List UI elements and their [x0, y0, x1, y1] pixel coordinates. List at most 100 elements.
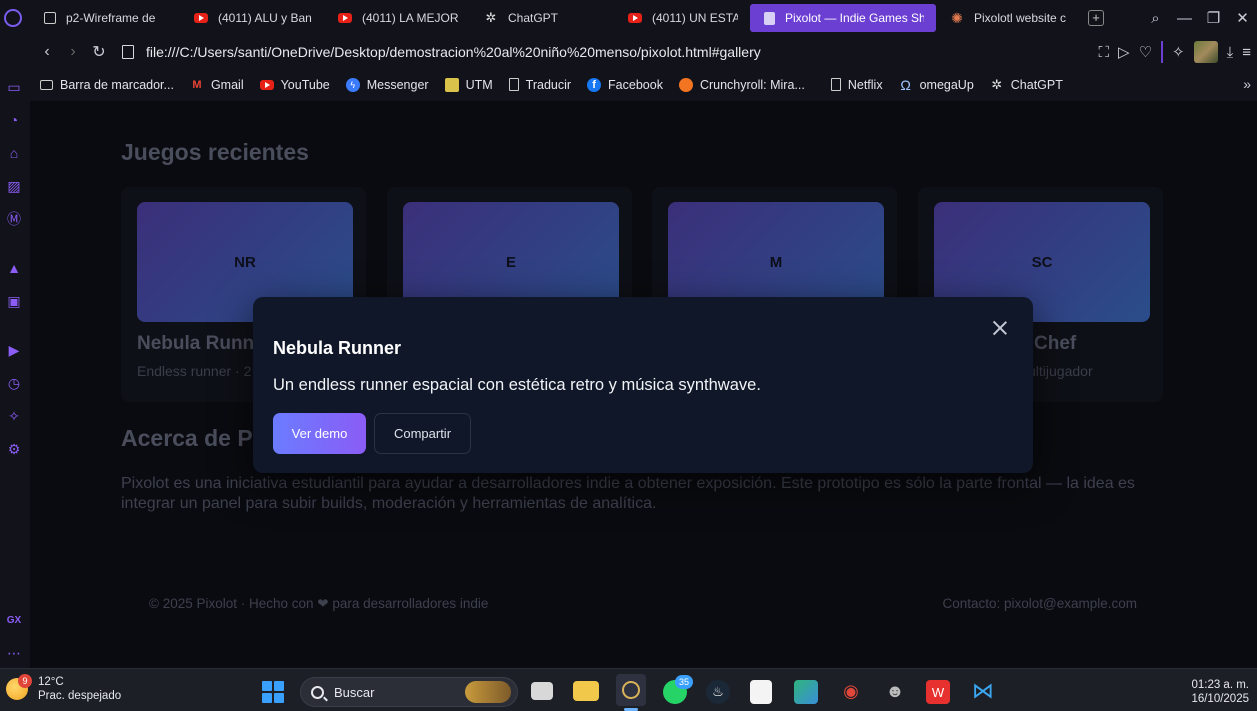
- taskbar-clock[interactable]: 01:23 a. m. 16/10/2025: [1191, 678, 1249, 706]
- vscode-icon[interactable]: ⋈: [970, 678, 996, 704]
- extensions-icon[interactable]: ✧: [1172, 43, 1185, 61]
- url-text: file:///C:/Users/santi/OneDrive/Desktop/…: [146, 44, 761, 60]
- tab-youtube-estafa[interactable]: (4011) UN ESTAFA: [614, 4, 750, 32]
- bookmark-traducir[interactable]: Traducir: [508, 78, 571, 92]
- utm-icon: [444, 77, 459, 92]
- reload-icon[interactable]: ↻: [86, 42, 112, 62]
- bookmark-gmail[interactable]: M Gmail: [190, 78, 243, 92]
- modal-description: Un endless runner espacial con estética …: [273, 376, 761, 394]
- bookmark-label: YouTube: [280, 77, 330, 92]
- cleaner-icon[interactable]: ⌂: [5, 144, 23, 162]
- tab-chatgpt[interactable]: ✲ ChatGPT: [470, 4, 614, 32]
- tab-pixolot[interactable]: Pixolot — Indie Games Sh: [750, 4, 936, 32]
- history-icon[interactable]: ◷: [5, 374, 23, 392]
- task-view-icon[interactable]: [531, 682, 553, 700]
- opera-gx-taskbar-icon[interactable]: [616, 674, 646, 706]
- recent-games-heading: Juegos recientes: [121, 139, 309, 165]
- page-icon: [122, 45, 134, 59]
- tab-label: (4011) ALU y Banc: [218, 11, 312, 25]
- settings-icon[interactable]: ⚙: [5, 440, 23, 458]
- tab-pixolotl-website[interactable]: ✺ Pixolotl website c: [936, 4, 1078, 32]
- tab-youtube-alu[interactable]: (4011) ALU y Banc: [180, 4, 324, 32]
- vpn-icon[interactable]: ▨: [5, 177, 23, 195]
- new-tab-button[interactable]: +: [1088, 10, 1104, 26]
- tab-label: (4011) LA MEJOR: [362, 11, 458, 25]
- snapshot-icon[interactable]: ⛶: [1099, 44, 1110, 61]
- weather-widget[interactable]: 9 12°C Prac. despejado: [6, 674, 122, 703]
- minimize-icon[interactable]: —: [1170, 10, 1199, 27]
- bookmark-youtube[interactable]: YouTube: [259, 77, 330, 92]
- xbox-app-icon[interactable]: [794, 680, 818, 704]
- divider: [1161, 41, 1164, 63]
- bookmark-folder[interactable]: Barra de marcador...: [40, 78, 174, 92]
- gmail-icon: M: [192, 78, 202, 91]
- gimp-icon[interactable]: ☻: [882, 678, 908, 704]
- bookmark-label: Barra de marcador...: [60, 77, 174, 92]
- bookmarks-overflow-icon[interactable]: »: [1243, 76, 1251, 92]
- player-icon[interactable]: ▶: [5, 341, 23, 359]
- download-icon[interactable]: ⤓: [1227, 44, 1234, 61]
- music-icon[interactable]: Ⓜ: [5, 210, 23, 228]
- back-icon[interactable]: ‹: [34, 43, 60, 61]
- restore-icon[interactable]: ❐: [1199, 9, 1228, 27]
- avatar[interactable]: [1193, 41, 1218, 63]
- messenger-icon: ϟ: [345, 77, 360, 92]
- bookmark-label: omegaUp: [919, 77, 974, 92]
- game-subtitle: ultijugador: [1028, 363, 1093, 379]
- windows-start-icon[interactable]: [262, 681, 284, 703]
- tab-label: Pixolotl website c: [974, 11, 1066, 25]
- bookmark-crunchyroll[interactable]: Crunchyroll: Mira...: [678, 77, 805, 92]
- bookmark-messenger[interactable]: ϟ Messenger: [345, 77, 429, 92]
- bookmark-facebook[interactable]: f Facebook: [587, 77, 663, 92]
- opera-logo-icon[interactable]: [0, 0, 26, 36]
- play-icon[interactable]: ▷: [1118, 43, 1130, 61]
- url-field[interactable]: file:///C:/Users/santi/OneDrive/Desktop/…: [122, 44, 761, 60]
- wps-office-icon[interactable]: W: [926, 680, 950, 704]
- forward-icon[interactable]: ›: [60, 43, 86, 61]
- game-launcher-icon[interactable]: ◉: [838, 678, 864, 704]
- close-icon[interactable]: [991, 319, 1009, 337]
- document-icon: [764, 11, 775, 25]
- weather-temp: 12°C: [38, 676, 64, 688]
- bookmark-utm[interactable]: UTM: [444, 77, 493, 92]
- tab-bar: p2-Wireframe de (4011) ALU y Banc (4011)…: [0, 0, 1257, 36]
- tab-label: Pixolot — Indie Games Sh: [785, 11, 924, 25]
- steam-icon[interactable]: ♨: [706, 680, 730, 704]
- twitch-icon[interactable]: ▣: [5, 292, 23, 310]
- bookmark-label: Crunchyroll: Mira...: [699, 77, 805, 92]
- page-icon: [508, 78, 519, 91]
- tab-youtube-mejor[interactable]: (4011) LA MEJOR: [324, 4, 470, 32]
- tab-wireframe[interactable]: p2-Wireframe de: [30, 4, 180, 32]
- view-demo-button[interactable]: Ver demo: [273, 413, 366, 454]
- bookmark-omegaup[interactable]: ΩomegaUp: [899, 76, 974, 93]
- more-icon[interactable]: ⋯: [5, 644, 23, 662]
- bookmark-netflix[interactable]: Netflix: [830, 78, 883, 92]
- bookmarks-bar: Barra de marcador... M Gmail YouTube ϟ Mes…: [30, 68, 1257, 101]
- extensions-icon[interactable]: ✧: [5, 407, 23, 425]
- page-viewport: Juegos recientes NR Nebula Runn Endless …: [30, 101, 1257, 668]
- file-explorer-icon[interactable]: [573, 681, 599, 701]
- weather-condition: Prac. despejado: [38, 690, 122, 702]
- taskbar-search[interactable]: Buscar: [300, 677, 518, 707]
- search-icon: [311, 685, 324, 699]
- address-bar-actions: ⛶ ▷ ♡ ✧ ⤓ ≡: [1099, 36, 1251, 68]
- footer-contact[interactable]: Contacto: pixolot@example.com: [942, 596, 1137, 611]
- gx-badge[interactable]: GX: [5, 612, 23, 630]
- tab-label: (4011) UN ESTAFA: [652, 11, 738, 25]
- gamepad-icon[interactable]: ▭: [5, 78, 23, 96]
- qr-app-icon[interactable]: [750, 680, 772, 704]
- weather-sun-icon: 9: [6, 674, 32, 700]
- search-highlight-image: [465, 681, 511, 703]
- bookmark-chatgpt[interactable]: ✲ ChatGPT: [990, 77, 1063, 92]
- close-window-icon[interactable]: ✕: [1228, 9, 1257, 27]
- omega-icon: Ω: [900, 76, 911, 93]
- weather-badge: 9: [18, 674, 32, 688]
- share-button[interactable]: Compartir: [374, 413, 471, 454]
- menu-icon[interactable]: ≡: [1242, 44, 1251, 61]
- speed-icon[interactable]: ◔: [5, 111, 23, 129]
- search-tabs-icon[interactable]: ⌕: [1141, 10, 1170, 27]
- heart-icon[interactable]: ♡: [1139, 43, 1152, 61]
- aria-icon[interactable]: ▲: [5, 259, 23, 277]
- game-title: Nebula Runn: [137, 333, 255, 354]
- youtube-icon: [259, 78, 274, 92]
